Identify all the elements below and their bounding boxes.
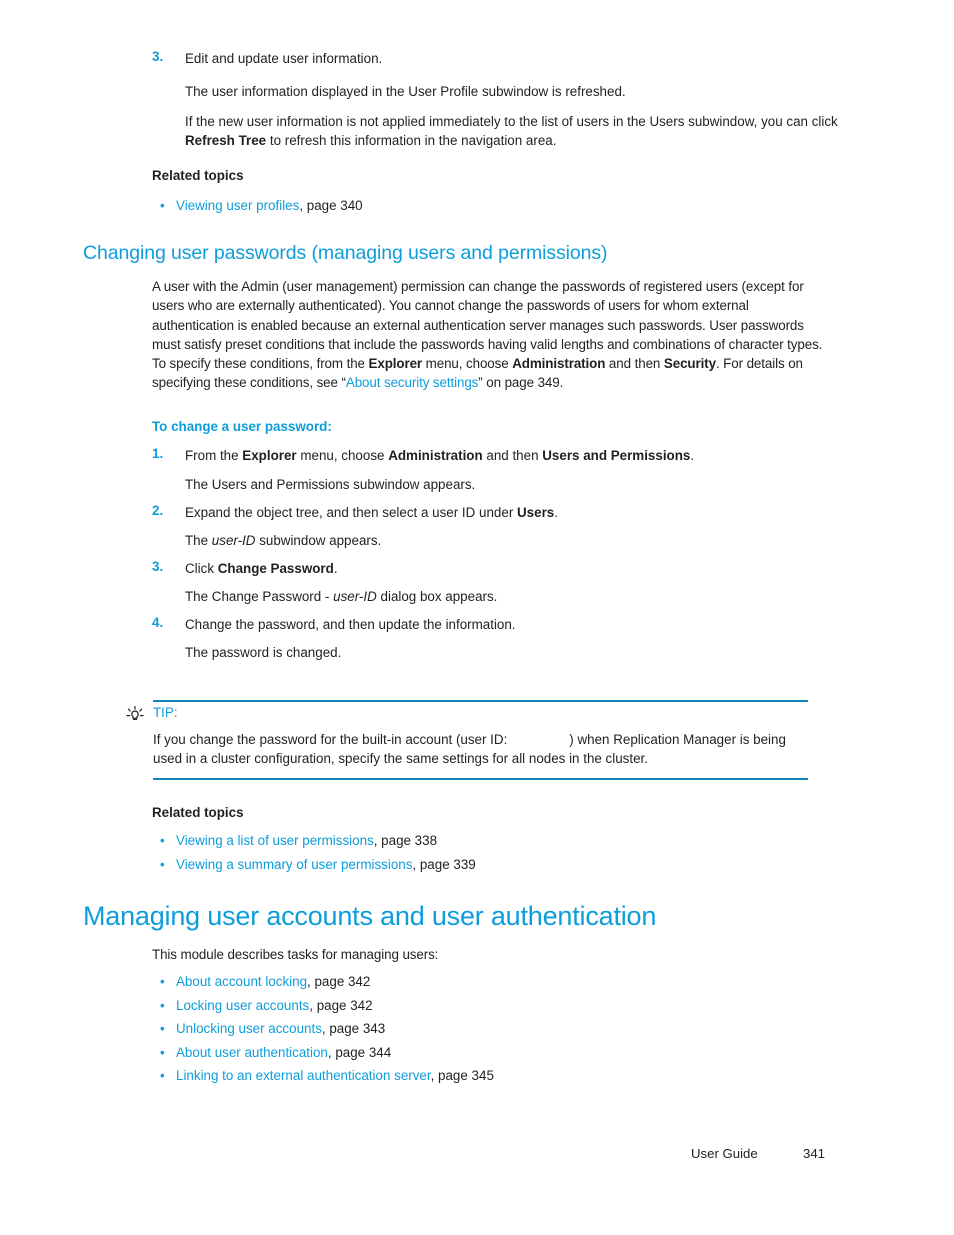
list-item: • Viewing user profiles, page 340 <box>152 196 776 215</box>
cross-reference-page: , page 340 <box>299 198 363 213</box>
procedure-heading: To change a user password: <box>152 419 332 434</box>
related-topics-heading: Related topics <box>152 805 244 820</box>
step-note-part1: If the new user information is not appli… <box>185 114 838 129</box>
lightbulb-icon <box>124 704 146 726</box>
step-number: 3. <box>152 559 164 574</box>
step-item: 3. Click Change Password. <box>152 559 875 578</box>
bullet-icon: • <box>160 974 165 989</box>
step-number: 3. <box>152 49 164 64</box>
security-term: Security <box>663 356 716 372</box>
bullet-icon: • <box>160 1045 165 1060</box>
footer-page-number: 341 <box>803 1146 826 1161</box>
cross-reference-link[interactable]: Viewing a list of user permissions <box>176 833 374 848</box>
cross-reference-page: , page 342 <box>309 998 373 1013</box>
document-page: 3. Edit and update user information. The… <box>0 0 954 1235</box>
step-result-text: The Users and Permissions subwindow appe… <box>185 477 476 492</box>
step-result-text: The user-ID subwindow appears. <box>185 533 382 548</box>
cross-reference-page: , page 345 <box>430 1068 494 1083</box>
cross-reference-page: , page 342 <box>307 974 371 989</box>
list-item: • Viewing a list of user permissions, pa… <box>152 831 776 850</box>
paragraph-part-5: ” on page 349. <box>478 375 564 391</box>
section-heading-changing-passwords: Changing user passwords (managing users … <box>83 242 608 264</box>
step-text: From the Explorer menu, choose Administr… <box>185 448 695 463</box>
tip-text: If you change the password for the built… <box>153 730 813 769</box>
tip-top-rule <box>153 700 808 702</box>
section-intro-text: This module describes tasks for managing… <box>152 947 439 962</box>
tip-label: TIP: <box>153 705 178 720</box>
cross-reference-page: , page 344 <box>327 1045 392 1060</box>
step-item: 3. Edit and update user information. <box>152 49 865 68</box>
bullet-icon: • <box>160 1068 165 1083</box>
cross-reference-link[interactable]: Viewing a summary of user permissions <box>176 857 412 872</box>
explorer-term: Explorer <box>368 356 423 372</box>
footer-label: User Guide <box>691 1146 758 1161</box>
list-item: • Viewing a summary of user permissions,… <box>152 855 776 874</box>
step-result-text: The Change Password - user-ID dialog box… <box>185 589 498 604</box>
cross-reference-link[interactable]: About account locking <box>176 974 307 989</box>
step-result-text: The password is changed. <box>185 645 342 660</box>
step-result-text: The user information displayed in the Us… <box>185 84 626 99</box>
step-text: Edit and update user information. <box>185 51 383 66</box>
user-id-placeholder: user-ID <box>211 533 256 548</box>
cross-reference-link[interactable]: Linking to an external authentication se… <box>176 1068 431 1083</box>
cross-reference-link[interactable]: Locking user accounts <box>176 998 309 1013</box>
step-number: 4. <box>152 615 164 630</box>
tip-text-before: If you change the password for the built… <box>153 732 508 747</box>
list-item: • About user authentication, page 344 <box>152 1043 776 1062</box>
related-topics-heading: Related topics <box>152 168 244 183</box>
change-password-term: Change Password <box>217 561 334 576</box>
step-text: Expand the object tree, and then select … <box>185 505 558 520</box>
list-item: • Locking user accounts, page 342 <box>152 996 776 1015</box>
list-item: • Linking to an external authentication … <box>152 1066 796 1085</box>
step-note: If the new user information is not appli… <box>152 112 875 151</box>
paragraph-part-3: and then <box>605 356 664 372</box>
paragraph-part-2: menu, choose <box>422 356 513 372</box>
tip-bottom-rule <box>153 778 808 780</box>
step-text: Click Change Password. <box>185 561 338 576</box>
bullet-icon: • <box>160 198 165 213</box>
section-heading-managing-accounts: Managing user accounts and user authenti… <box>83 901 657 931</box>
user-id-placeholder: user-ID <box>333 589 377 604</box>
cross-reference-link[interactable]: Unlocking user accounts <box>176 1021 322 1036</box>
step-note-part2: to refresh this information in the navig… <box>266 133 557 149</box>
about-security-settings-link[interactable]: About security settings <box>346 375 479 390</box>
cross-reference-page: , page 338 <box>373 833 438 848</box>
cross-reference-page: , page 339 <box>412 857 476 872</box>
refresh-tree-term: Refresh Tree <box>185 133 267 149</box>
step-item: 1. From the Explorer menu, choose Admini… <box>152 446 875 465</box>
bullet-icon: • <box>160 998 165 1013</box>
bullet-icon: • <box>160 833 165 848</box>
cross-reference-link[interactable]: Viewing user profiles <box>176 198 299 213</box>
step-text: Change the password, and then update the… <box>185 617 516 632</box>
list-item: • About account locking, page 342 <box>152 972 776 991</box>
cross-reference-link[interactable]: About user authentication <box>176 1045 328 1060</box>
list-item: • Unlocking user accounts, page 343 <box>152 1019 776 1038</box>
step-item: 4. Change the password, and then update … <box>152 615 875 634</box>
step-number: 2. <box>152 503 164 518</box>
cross-reference-page: , page 343 <box>321 1021 386 1036</box>
section-paragraph: A user with the Admin (user management) … <box>152 277 833 393</box>
bullet-icon: • <box>160 1021 165 1036</box>
bullet-icon: • <box>160 857 165 872</box>
step-item: 2. Expand the object tree, and then sele… <box>152 503 875 522</box>
step-number: 1. <box>152 446 164 461</box>
administration-term: Administration <box>512 356 606 372</box>
